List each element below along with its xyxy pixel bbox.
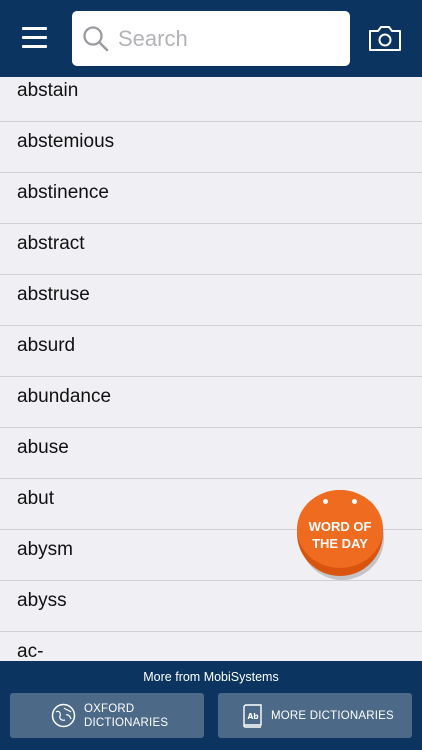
list-item[interactable]: ac- <box>0 632 422 661</box>
word-label: abundance <box>17 386 112 407</box>
search-box[interactable] <box>72 11 350 66</box>
oxford-label-line2: DICTIONARIES <box>84 717 169 729</box>
word-label: abysm <box>17 539 73 560</box>
list-item[interactable]: abyss <box>0 581 422 632</box>
globe-icon <box>51 703 76 728</box>
word-label: abyss <box>17 590 67 611</box>
calendar-ring-icon <box>352 499 357 504</box>
oxford-label: OXFORD DICTIONARIES <box>84 702 168 730</box>
search-icon <box>83 26 109 52</box>
list-item[interactable]: abstruse <box>0 275 422 326</box>
word-label: abstruse <box>17 284 90 305</box>
dictionary-book-icon: Ab <box>243 704 262 728</box>
more-dictionaries-button[interactable]: Ab MORE DICTIONARIES <box>218 693 412 738</box>
menu-icon-line <box>22 36 47 39</box>
list-item[interactable]: absurd <box>0 326 422 377</box>
camera-icon <box>369 26 401 51</box>
list-item[interactable]: abstain <box>0 77 422 122</box>
word-label: abstract <box>17 233 85 254</box>
camera-button[interactable] <box>368 24 402 52</box>
word-label: abstemious <box>17 131 115 152</box>
calendar-ring-icon <box>323 499 328 504</box>
list-item[interactable]: abuse <box>0 428 422 479</box>
top-bar <box>0 0 422 77</box>
menu-icon-line <box>22 45 47 48</box>
menu-icon <box>22 27 47 30</box>
search-input[interactable] <box>118 21 340 56</box>
oxford-label-line1: OXFORD <box>84 703 135 715</box>
word-label: abut <box>17 488 54 509</box>
bottom-bar: More from MobiSystems OXFORD DICTIONARIE… <box>0 661 422 750</box>
word-label: absurd <box>17 335 76 356</box>
word-label: abstain <box>17 80 79 101</box>
list-item[interactable]: abstinence <box>0 173 422 224</box>
word-label: abuse <box>17 437 69 458</box>
svg-text:Ab: Ab <box>248 712 260 721</box>
list-item[interactable]: abstract <box>0 224 422 275</box>
oxford-dictionaries-button[interactable]: OXFORD DICTIONARIES <box>10 693 204 738</box>
wotd-label: WORD OF THE DAY <box>297 518 383 552</box>
wotd-line1: WORD OF <box>308 519 372 534</box>
word-of-the-day-button[interactable]: WORD OF THE DAY <box>297 490 385 580</box>
more-dictionaries-label: MORE DICTIONARIES <box>271 710 394 722</box>
more-from-caption: More from MobiSystems <box>143 670 279 684</box>
list-item[interactable]: abstemious <box>0 122 422 173</box>
menu-button[interactable] <box>22 27 50 49</box>
wotd-line2: THE DAY <box>312 536 368 551</box>
word-label: abstinence <box>17 182 109 203</box>
list-item[interactable]: abundance <box>0 377 422 428</box>
word-label: ac- <box>17 641 44 661</box>
